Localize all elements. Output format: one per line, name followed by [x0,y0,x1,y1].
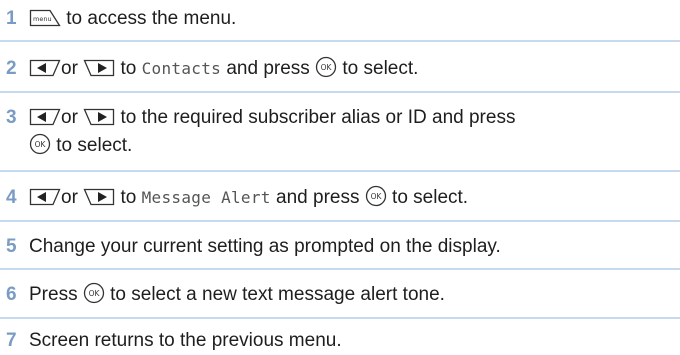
right-arrow-key-icon [83,107,115,127]
ok-key-icon: OK [83,282,105,304]
ok-key-icon: OK [29,133,51,155]
divider [0,170,680,172]
divider [0,317,680,319]
step-1-text: to access the menu. [66,8,237,29]
left-arrow-key-icon [29,187,61,207]
left-arrow-key-icon [29,58,61,78]
right-arrow-key-icon [83,187,115,207]
menu-key-icon: menu [29,8,61,28]
step-number: 3 [6,107,17,128]
svg-text:OK: OK [88,289,100,298]
step-number: 4 [6,187,17,208]
step-text: or to the required subscriber alias or I… [29,104,669,160]
menu-item-name: Message Alert [141,188,271,207]
svg-text:OK: OK [321,63,333,72]
or-text: or [61,107,78,128]
step-number: 2 [6,58,17,79]
divider [0,40,680,42]
step-text: menu to access the menu. [29,5,669,33]
step-text: or to Message Alert and press OK to sele… [29,184,669,212]
divider [0,220,680,222]
or-text: or [61,187,78,208]
svg-text:OK: OK [370,192,382,201]
instruction-steps: 1 menu to access the menu. 2 or to Conta… [0,0,680,355]
svg-text:OK: OK [35,140,47,149]
menu-key-label: menu [33,15,52,23]
right-arrow-key-icon [83,58,115,78]
step-number: 7 [6,330,17,351]
menu-item-name: Contacts [141,59,222,78]
step-text: Screen returns to the previous menu. [29,330,342,351]
step-number: 6 [6,284,17,305]
or-text: or [61,58,78,79]
divider [0,268,680,270]
step-number: 1 [6,8,17,29]
step-text: Press OK to select a new text message al… [29,282,445,305]
ok-key-icon: OK [365,185,387,207]
left-arrow-key-icon [29,107,61,127]
ok-key-icon: OK [315,56,337,78]
step-text: Change your current setting as prompted … [29,236,501,257]
step-text: or to Contacts and press OK to select. [29,55,669,83]
step-number: 5 [6,236,17,257]
divider [0,91,680,93]
